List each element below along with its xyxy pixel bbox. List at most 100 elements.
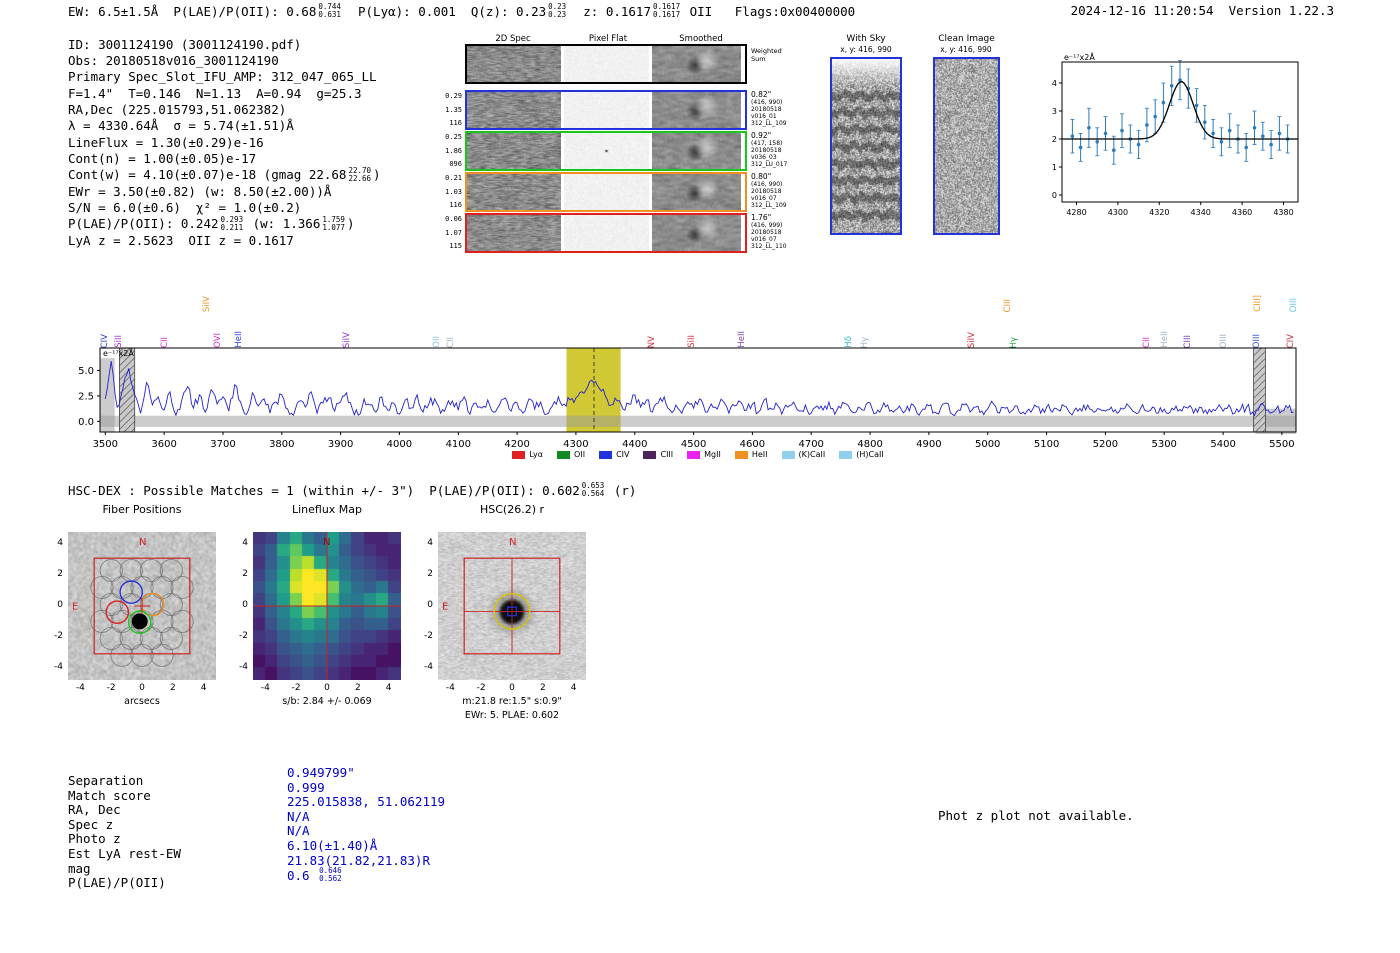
- match-label: Spec z: [68, 817, 113, 832]
- text-segment: Obs: 20180518v016_3001124190: [68, 53, 279, 68]
- fiber-obs: v016_07: [751, 236, 795, 243]
- fiber-amp: 312_LU_017: [751, 161, 795, 168]
- data-point: [1137, 143, 1141, 147]
- compass-east-label: E: [72, 602, 78, 613]
- pixel-flat-image: [564, 92, 649, 128]
- twod-spec-panel: 2D Spec Pixel Flat Smoothed Weighted Sum…: [443, 28, 795, 260]
- data-point: [1095, 140, 1099, 144]
- tick-label: 4380: [1273, 208, 1293, 217]
- data-point: [1170, 84, 1174, 88]
- 2d-spec-image: [467, 46, 561, 82]
- legend-item: OII: [557, 450, 585, 459]
- fiber-circle: [131, 644, 153, 666]
- fiber-obs: v036_03: [751, 154, 795, 161]
- line-legend: LyαOIICIVCIIIMgIIHeII(K)CaII(H)CaII: [100, 450, 1296, 459]
- match-value: N/A: [287, 823, 310, 838]
- tick-label: 5400: [1210, 439, 1235, 450]
- clean-image-coords: x, y: 416, 990: [922, 45, 1010, 54]
- axis-tick-label: 4: [571, 683, 577, 693]
- lineflux-map-overlay: N: [253, 532, 401, 680]
- pixel-flat-image: [564, 133, 649, 169]
- data-point: [1253, 126, 1257, 130]
- axis-tick-label: 0: [427, 600, 433, 610]
- emission-line-label: CIII: [1004, 299, 1013, 312]
- text-segment: OII Flags:0x00400000: [682, 4, 855, 19]
- fiber-meta-3: 0.80" (416, 990) 20180518 v016_07 312_LL…: [751, 172, 795, 209]
- smoothed-image: [652, 92, 741, 128]
- fiber-number: 096: [443, 161, 462, 168]
- tick-label: 5000: [975, 439, 1000, 450]
- lineflux-x-axis: -4-2024: [253, 683, 401, 695]
- axis-tick-label: -4: [239, 662, 248, 672]
- emission-line-labels: CIVSiIICIISiIVOVIHeIISiIVOIICIINVSiIIHeI…: [100, 266, 1296, 348]
- axis-tick-label: 4: [242, 538, 248, 548]
- data-point: [1087, 126, 1091, 130]
- fiber-x-axis: -4-2024: [68, 683, 216, 695]
- tick-label: 3500: [93, 439, 118, 450]
- tick-label: 4100: [446, 439, 471, 450]
- fiber-weights-2: 0.25 1.86 096: [443, 131, 462, 171]
- data-point: [1145, 123, 1149, 127]
- fiber-weight: 1.86: [443, 148, 462, 155]
- tick-label: 5200: [1093, 439, 1118, 450]
- with-sky-image: [832, 59, 900, 233]
- fiber-date: 20180518: [751, 229, 795, 236]
- lineflux-y-axis: -4-2024: [225, 532, 251, 680]
- axis-tick-label: 4: [386, 683, 392, 693]
- pixel-flat-image: [564, 174, 649, 210]
- fiber-number: 115: [443, 243, 462, 250]
- fiber-xy: (416, 990): [751, 181, 795, 188]
- axis-tick-label: -4: [76, 683, 85, 693]
- data-point: [1278, 132, 1282, 136]
- timestamp-version: 2024-12-16 11:20:54 Version 1.22.3: [1071, 3, 1334, 18]
- fiber-distance: 0.92": [751, 131, 795, 140]
- fiber-meta-1: 0.82" (416, 990) 20180518 v016_01 312_LL…: [751, 90, 795, 127]
- smoothed-image: [652, 215, 741, 251]
- fiber-number: 116: [443, 202, 462, 209]
- fiber-circle: [120, 559, 142, 581]
- fiber-y-axis: -4-2024: [40, 532, 66, 680]
- axis-tick-label: 0: [324, 683, 330, 693]
- with-sky-panel: [830, 57, 902, 235]
- fiber-circle: [140, 559, 162, 581]
- legend-swatch: [687, 451, 700, 459]
- text-segment: F=1.4" T=0.146 N=1.13 A=0.94 g=25.3: [68, 86, 362, 101]
- data-point: [1228, 129, 1232, 133]
- axis-tick-label: 2: [57, 569, 63, 579]
- hsc-x-axis: -4-2024: [438, 683, 586, 695]
- data-point: [1071, 134, 1075, 138]
- masked-region: [119, 348, 134, 432]
- tick-label: 4900: [916, 439, 941, 450]
- legend-swatch: [735, 451, 748, 459]
- legend-swatch: [599, 451, 612, 459]
- emission-line-label: OIII: [1290, 298, 1299, 312]
- tick-label: 0: [1052, 191, 1057, 200]
- col-header-2d-spec: 2D Spec: [495, 34, 530, 44]
- text-segment: (r): [606, 483, 636, 498]
- tick-label: 1: [1052, 163, 1057, 172]
- fiber-xy: (416, 999): [751, 222, 795, 229]
- text-segment: Primary Spec_Slot_IFU_AMP: 312_047_065_L…: [68, 69, 377, 84]
- fiber-date: 20180518: [751, 188, 795, 195]
- fiber-circle: [100, 627, 122, 649]
- fiber-weight: 0.21: [443, 175, 462, 182]
- fiber-positions-overlay: NE: [68, 532, 216, 680]
- hsc-caption: EWr: 5. PLAE: 0.602: [418, 710, 606, 721]
- text-segment: N/A: [287, 809, 310, 824]
- legend-swatch: [839, 451, 852, 459]
- tick-label: 3700: [210, 439, 235, 450]
- axis-tick-label: -4: [261, 683, 270, 693]
- text-segment: P(Lyα): 0.001 Q(z): 0.23: [343, 4, 546, 19]
- axis-tick-label: 2: [170, 683, 176, 693]
- text-segment: ): [347, 216, 355, 231]
- match-value: 0.949799": [287, 765, 355, 780]
- match-label: Separation: [68, 773, 143, 788]
- data-point: [1112, 148, 1116, 152]
- fiber-positions-title: Fiber Positions: [68, 503, 216, 516]
- fiber-strip-1: [465, 90, 747, 130]
- info-line-slot: Primary Spec_Slot_IFU_AMP: 312_047_065_L…: [68, 69, 381, 85]
- fiber-date: 20180518: [751, 147, 795, 154]
- legend-label: (H)CaII: [856, 450, 883, 459]
- tick-label: 4400: [622, 439, 647, 450]
- stacked-uncertainty: 1.7591.077: [322, 216, 345, 232]
